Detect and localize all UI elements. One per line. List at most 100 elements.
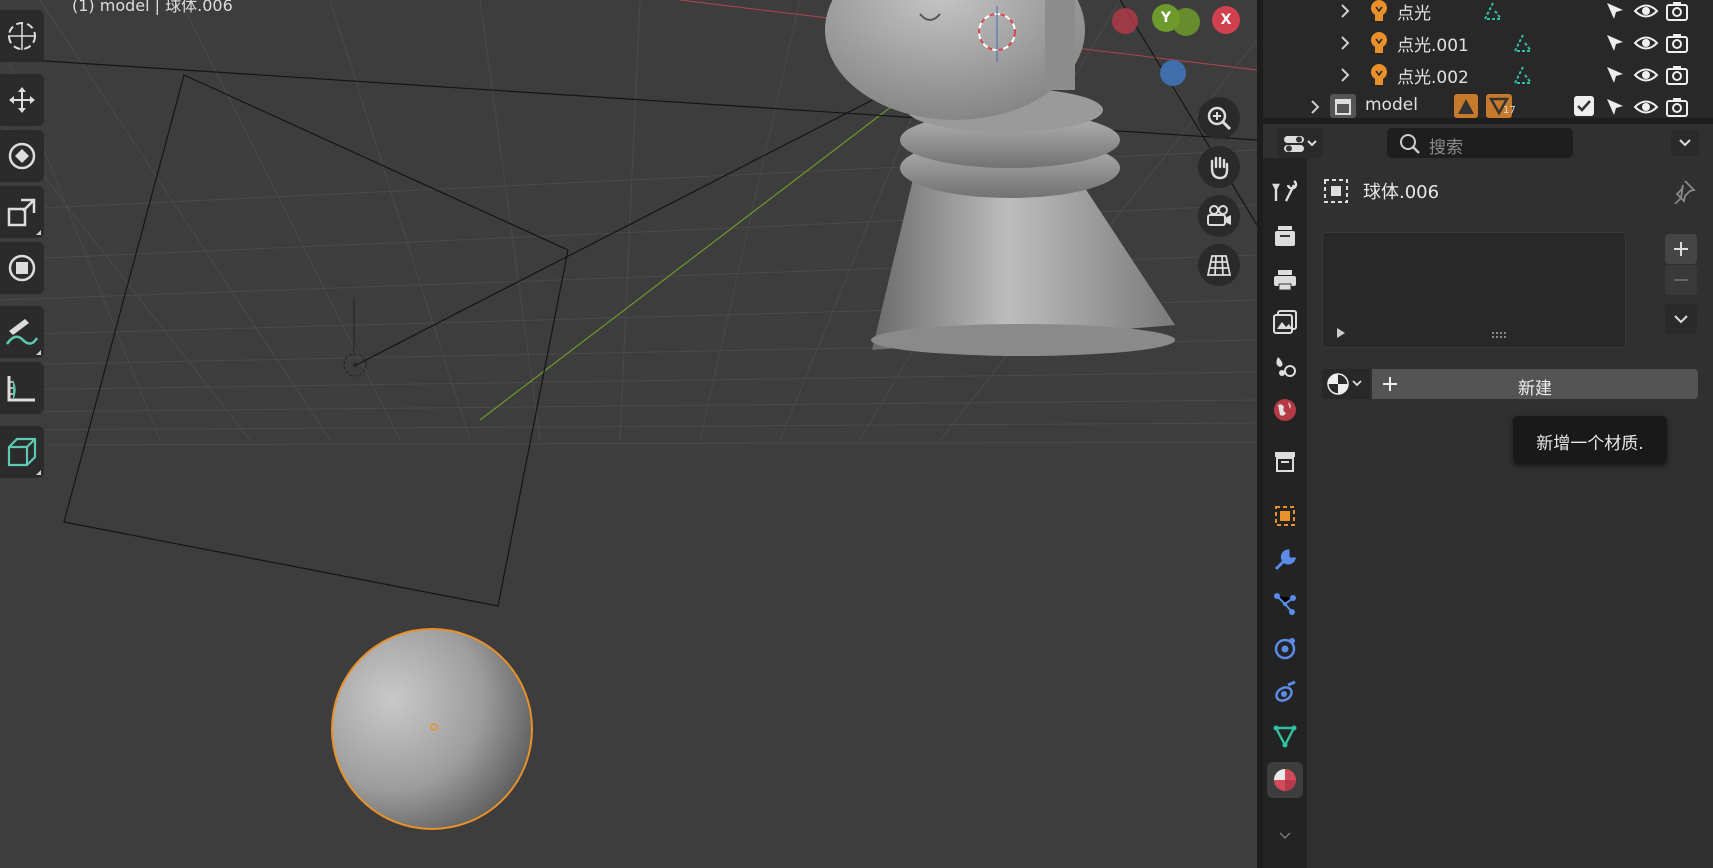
tab-scene[interactable] — [1267, 348, 1303, 384]
tab-world[interactable] — [1267, 392, 1303, 428]
object-data-icon — [1454, 94, 1478, 118]
tool-annotate[interactable] — [0, 306, 44, 358]
3d-viewport[interactable]: (1) model | 球体.006 Y X — [0, 0, 1257, 868]
new-material-button[interactable]: 新建 — [1372, 369, 1698, 399]
checkbox-checked-icon[interactable] — [1573, 95, 1595, 117]
tab-data[interactable] — [1267, 718, 1303, 754]
outliner-row-label: 点光 — [1397, 4, 1431, 24]
editor-type-button[interactable] — [1277, 128, 1323, 158]
properties-search[interactable]: 搜索 — [1387, 128, 1573, 158]
chevron-right-icon[interactable] — [1309, 99, 1321, 115]
collection-box-icon — [1330, 94, 1356, 118]
object-icon — [1275, 506, 1295, 526]
tab-view-layer[interactable] — [1267, 304, 1303, 340]
light-bulb-icon — [1371, 0, 1387, 21]
tab-output[interactable] — [1267, 262, 1303, 298]
selected-sphere[interactable] — [331, 628, 533, 830]
eye-icon[interactable] — [1633, 0, 1659, 23]
collection-icon — [1275, 452, 1295, 472]
options-dropdown[interactable] — [1671, 130, 1699, 156]
gizmo-x-axis[interactable]: X — [1212, 6, 1240, 34]
move-icon — [9, 87, 35, 113]
material-slot-list[interactable] — [1322, 232, 1626, 348]
scene-icon — [1276, 357, 1296, 377]
tool-icon — [1272, 179, 1298, 202]
search-icon — [1400, 134, 1420, 154]
zoom-button[interactable] — [1198, 97, 1240, 139]
material-sphere-icon — [1327, 373, 1362, 395]
camera-render-icon[interactable] — [1665, 95, 1689, 118]
camera-render-icon[interactable] — [1665, 31, 1689, 55]
tool-measure[interactable] — [0, 362, 44, 414]
select-arrow-icon[interactable] — [1603, 63, 1627, 87]
gizmo-neg-y[interactable] — [1172, 8, 1200, 36]
tool-add-cube[interactable] — [0, 426, 44, 478]
outliner-row-light-001[interactable]: 点光.001 — [1263, 27, 1713, 59]
play-triangle-icon[interactable] — [1335, 327, 1347, 339]
physics-icon — [1274, 638, 1296, 660]
tab-object[interactable] — [1267, 498, 1303, 534]
hand-icon — [1210, 156, 1229, 180]
light-data-icon — [1484, 2, 1502, 20]
camera-render-icon[interactable] — [1665, 63, 1689, 87]
eye-icon[interactable] — [1633, 95, 1659, 118]
y-axis-line — [479, 99, 901, 421]
search-placeholder: 搜索 — [1429, 138, 1463, 158]
tool-cursor[interactable] — [0, 10, 44, 62]
select-arrow-icon[interactable] — [1603, 95, 1627, 118]
pan-button[interactable] — [1198, 146, 1240, 188]
add-slot-button[interactable] — [1665, 234, 1697, 264]
tool-transform[interactable] — [0, 242, 44, 294]
outliner-row-light-002[interactable]: 点光.002 — [1263, 59, 1713, 91]
tab-render[interactable] — [1267, 218, 1303, 254]
slot-specials-dropdown[interactable] — [1665, 304, 1697, 334]
ortho-toggle-button[interactable] — [1198, 244, 1240, 286]
browse-material-button[interactable] — [1322, 369, 1370, 399]
properties-editor[interactable]: 搜索 球体.006 新建 — [1263, 124, 1713, 868]
scale-icon — [7, 198, 36, 227]
chevron-right-icon[interactable] — [1339, 3, 1351, 19]
rotate-icon — [8, 142, 36, 170]
render-icon — [1275, 226, 1295, 246]
pin-icon[interactable] — [1671, 178, 1697, 204]
tab-physics[interactable] — [1267, 630, 1303, 666]
tab-constraints[interactable] — [1267, 674, 1303, 710]
gizmo-neg-z[interactable] — [1160, 60, 1186, 86]
tool-move[interactable] — [0, 74, 44, 126]
new-material-label: 新建 — [1518, 379, 1552, 399]
tab-modifiers[interactable] — [1267, 542, 1303, 578]
annotate-icon — [5, 319, 39, 345]
camera-render-icon[interactable] — [1665, 0, 1689, 23]
outliner-row-label: 点光.001 — [1397, 36, 1469, 56]
viewport-header-text: (1) model | 球体.006 — [72, 0, 233, 15]
outliner[interactable]: 点光 点光.001 点光.002 model 17 — [1263, 0, 1713, 118]
tool-rotate[interactable] — [0, 130, 44, 182]
tab-tool[interactable] — [1267, 172, 1303, 208]
constraint-icon — [1275, 680, 1296, 702]
tooltip: 新增一个材质. — [1513, 416, 1667, 464]
camera-view-button[interactable] — [1198, 195, 1240, 237]
tab-particles[interactable] — [1267, 586, 1303, 622]
gizmo-x-label: X — [1220, 12, 1232, 28]
tabs-scroll-down[interactable] — [1267, 818, 1303, 854]
eye-icon[interactable] — [1633, 31, 1659, 55]
light-data-icon — [1514, 66, 1532, 84]
remove-slot-button[interactable] — [1665, 265, 1697, 295]
zoom-icon — [1207, 106, 1232, 131]
grid-icon — [1206, 255, 1232, 276]
tab-collection[interactable] — [1267, 444, 1303, 480]
select-arrow-icon[interactable] — [1603, 31, 1627, 55]
outliner-row-collection-model[interactable]: model 17 — [1263, 91, 1713, 118]
eye-icon[interactable] — [1633, 63, 1659, 87]
mesh-data-icon — [1273, 725, 1297, 748]
tool-scale[interactable] — [0, 186, 44, 238]
outliner-row-light[interactable]: 点光 — [1263, 0, 1713, 27]
chevron-right-icon[interactable] — [1339, 35, 1351, 51]
gizmo-neg-x[interactable] — [1112, 8, 1138, 34]
viewport-scene[interactable] — [0, 0, 1257, 868]
resize-handle-icon[interactable] — [1491, 331, 1511, 339]
tab-material[interactable] — [1267, 762, 1303, 798]
material-new-row: 新建 — [1322, 369, 1698, 399]
chevron-right-icon[interactable] — [1339, 67, 1351, 83]
select-arrow-icon[interactable] — [1603, 0, 1627, 23]
